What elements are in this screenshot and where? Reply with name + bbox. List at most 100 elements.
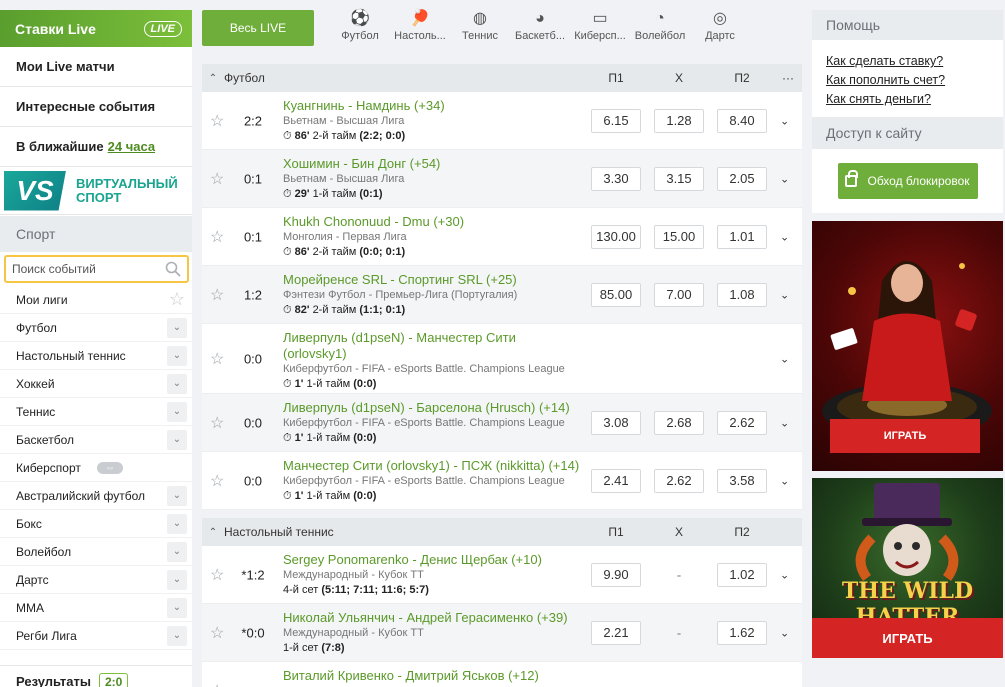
sport-tab[interactable]: ◍ Теннис — [450, 8, 510, 42]
chevron-down-icon[interactable]: ⌄ — [167, 429, 187, 450]
sport-tab[interactable]: ▭ Киберсп... — [570, 8, 630, 42]
help-link-bet[interactable]: Как сделать ставку? — [826, 52, 989, 71]
chevron-down-icon[interactable]: ⌄ — [167, 597, 187, 618]
odd-button-x[interactable]: 2.62 — [654, 468, 704, 493]
chevron-down-icon[interactable]: ⌄ — [167, 345, 187, 366]
odd-button-p2[interactable]: 8.40 — [717, 108, 767, 133]
virtual-sport-banner[interactable]: VS ВИРТУАЛЬНЫЙ СПОРТ — [0, 167, 192, 215]
search-input[interactable] — [12, 262, 152, 276]
chevron-up-icon[interactable]: ⌃ — [202, 73, 224, 84]
favorite-star-icon[interactable]: ☆ — [210, 111, 224, 131]
star-icon[interactable]: ☆ — [169, 289, 185, 310]
odd-button-p1[interactable]: 2.41 — [591, 468, 641, 493]
odd-button-p1[interactable]: 3.08 — [591, 410, 641, 435]
odd-button-p1[interactable]: 130.00 — [591, 224, 641, 249]
results-row[interactable]: Результаты 2:0 — [0, 665, 192, 687]
my-leagues-item[interactable]: Мои лиги ☆ — [0, 286, 192, 314]
odd-button-p1[interactable]: 3.30 — [591, 166, 641, 191]
help-link-deposit[interactable]: Как пополнить счет? — [826, 71, 989, 90]
group-header[interactable]: ⌃ Футбол П1 X П2 ··· — [202, 64, 802, 92]
odd-button-p2[interactable]: 1.01 — [717, 224, 767, 249]
chevron-down-icon[interactable]: ⌄ — [780, 114, 789, 127]
group-header[interactable]: ⌃ Настольный теннис П1 X П2 — [202, 518, 802, 546]
sport-tab[interactable]: ⚽ Футбол — [330, 8, 390, 42]
event-row[interactable]: ☆ 0:0 Манчестер Сити (orlovsky1) - ПСЖ (ni… — [202, 452, 802, 510]
event-title-link[interactable]: Куангнинь - Намдинь (+34) — [283, 98, 583, 114]
sport-item[interactable]: Бокс ⌄ — [0, 510, 192, 538]
chevron-down-icon[interactable]: ⌄ — [780, 288, 789, 301]
event-row[interactable]: ☆ 0:1 Хошимин - Бин Донг (+54) Вьетнам - Вы… — [202, 150, 802, 208]
event-title-link[interactable]: Манчестер Сити (orlovsky1) - ПСЖ (nikkit… — [283, 458, 583, 474]
favorite-star-icon[interactable]: ☆ — [210, 413, 224, 433]
wild-hatter-banner[interactable]: THE WILD HATTER ИГРАТЬ — [812, 478, 1003, 658]
live-bets-header[interactable]: Ставки Live LIVE — [0, 10, 192, 47]
chevron-down-icon[interactable]: ⌄ — [167, 485, 187, 506]
odd-button-x[interactable]: 2.68 — [654, 410, 704, 435]
favorite-star-icon[interactable]: ☆ — [210, 285, 224, 305]
event-row[interactable]: ☆ *1:2 Sergey Ponomarenko - Денис Щербак (… — [202, 546, 802, 604]
sport-item[interactable]: Хоккей ⌄ — [0, 370, 192, 398]
chevron-down-icon[interactable]: ⌄ — [780, 568, 789, 581]
play-button-casino[interactable]: ИГРАТЬ — [830, 419, 980, 453]
odd-button-p1[interactable]: 85.00 — [591, 282, 641, 307]
sport-tab[interactable]: 🏓 Настоль... — [390, 8, 450, 42]
event-title-link[interactable]: Sergey Ponomarenko - Денис Щербак (+10) — [283, 552, 583, 568]
event-row[interactable]: ☆ Виталий Кривенко - Дмитрий Яськов (+12) — [202, 662, 802, 687]
sport-item[interactable]: Регби Лига ⌄ — [0, 622, 192, 650]
odd-button-x[interactable]: 7.00 — [654, 282, 704, 307]
sport-item[interactable]: MMA ⌄ — [0, 594, 192, 622]
sport-item[interactable]: Австралийский футбол ⌄ — [0, 482, 192, 510]
menu-interesting-events[interactable]: Интересные события — [0, 87, 192, 127]
odd-button-p2[interactable]: 2.05 — [717, 166, 767, 191]
sport-tab[interactable]: ◎ Дартс — [690, 8, 750, 42]
favorite-star-icon[interactable]: ☆ — [210, 227, 224, 247]
event-title-link[interactable]: Морейренсе SRL - Спортинг SRL (+25) — [283, 272, 583, 288]
event-row[interactable]: ☆ 0:1 Khukh Chononuud - Dmu (+30) Монголия … — [202, 208, 802, 266]
sport-tab[interactable]: ◕ Баскетб... — [510, 8, 570, 42]
favorite-star-icon[interactable]: ☆ — [210, 623, 224, 643]
play-button-wild-hatter[interactable]: ИГРАТЬ — [812, 618, 1003, 658]
odd-button-p2[interactable]: 1.62 — [717, 620, 767, 645]
chevron-down-icon[interactable]: ⌄ — [780, 230, 789, 243]
event-title-link[interactable]: Николай Ульянчич - Андрей Герасименко (+… — [283, 610, 583, 626]
sport-item[interactable]: Баскетбол ⌄ — [0, 426, 192, 454]
chevron-down-icon[interactable]: ⌄ — [780, 416, 789, 429]
favorite-star-icon[interactable]: ☆ — [210, 471, 224, 491]
odd-button-p2[interactable]: 3.58 — [717, 468, 767, 493]
all-live-button[interactable]: Весь LIVE — [202, 10, 314, 46]
chevron-down-icon[interactable]: ⌄ — [167, 541, 187, 562]
odd-button-x[interactable]: 1.28 — [654, 108, 704, 133]
favorite-star-icon[interactable]: ☆ — [210, 681, 224, 687]
odd-button-p2[interactable]: 1.08 — [717, 282, 767, 307]
event-row[interactable]: ☆ 2:2 Куангнинь - Намдинь (+34) Вьетнам - В… — [202, 92, 802, 150]
odd-button-p1[interactable]: 9.90 — [591, 562, 641, 587]
odd-button-x[interactable]: 15.00 — [654, 224, 704, 249]
favorite-star-icon[interactable]: ☆ — [210, 349, 224, 369]
menu-my-live-matches[interactable]: Мои Live матчи — [0, 47, 192, 87]
sport-item[interactable]: Теннис ⌄ — [0, 398, 192, 426]
chevron-down-icon[interactable]: ⌄ — [780, 172, 789, 185]
event-title-link[interactable]: Khukh Chononuud - Dmu (+30) — [283, 214, 583, 230]
chevron-down-icon[interactable]: ⌄ — [780, 474, 789, 487]
more-icon[interactable]: ··· — [768, 71, 802, 85]
chevron-down-icon[interactable]: ⌄ — [167, 625, 187, 646]
chevron-up-icon[interactable]: ⌃ — [202, 527, 224, 538]
sport-item[interactable]: Дартс ⌄ — [0, 566, 192, 594]
help-link-withdraw[interactable]: Как снять деньги? — [826, 90, 989, 109]
odd-button-p1[interactable]: 6.15 — [591, 108, 641, 133]
event-row[interactable]: ☆ 1:2 Морейренсе SRL - Спортинг SRL (+25) Ф… — [202, 266, 802, 324]
event-row[interactable]: ☆ 0:0 Ливерпуль (d1pseN) - Барселона (Hrus… — [202, 394, 802, 452]
sport-tab[interactable]: ◔ Волейбол — [630, 8, 690, 42]
chevron-down-icon[interactable]: ⌄ — [167, 569, 187, 590]
chevron-down-icon[interactable]: ⌄ — [780, 626, 789, 639]
chevron-down-icon[interactable]: ⌄ — [167, 513, 187, 534]
sport-item[interactable]: Волейбол ⌄ — [0, 538, 192, 566]
sport-item[interactable]: Футбол ⌄ — [0, 314, 192, 342]
odd-button-x[interactable]: 3.15 — [654, 166, 704, 191]
search-icon[interactable] — [165, 261, 181, 277]
event-title-link[interactable]: Ливерпуль (d1pseN) - Барселона (Hrusch) … — [283, 400, 583, 416]
odd-button-p2[interactable]: 1.02 — [717, 562, 767, 587]
favorite-star-icon[interactable]: ☆ — [210, 565, 224, 585]
odd-button-p1[interactable]: 2.21 — [591, 620, 641, 645]
favorite-star-icon[interactable]: ☆ — [210, 169, 224, 189]
